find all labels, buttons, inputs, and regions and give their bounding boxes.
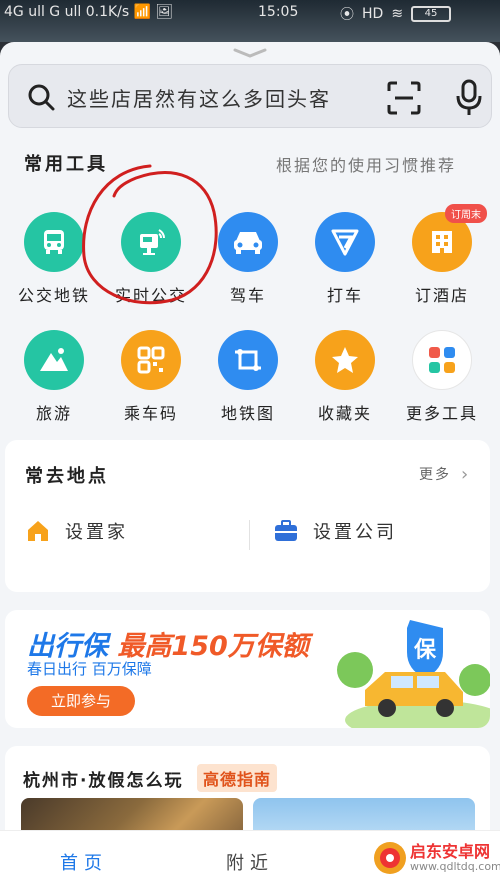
signal-status: 4G ull G ull 0.1K/s 📶 🖼 (4, 4, 174, 20)
tool-favorites[interactable]: 收藏夹 (305, 330, 385, 424)
watermark-url: www.qdltdq.com (410, 860, 500, 873)
set-company-label: 设置公司 (313, 522, 397, 543)
tool-label: 更多工具 (405, 404, 478, 423)
bus-icon (24, 212, 84, 272)
tools-hint: 根据您的使用习惯推荐 (276, 156, 457, 175)
tool-label: 驾车 (229, 286, 266, 305)
set-company-button[interactable]: 设置公司 (273, 518, 397, 544)
frequent-places-card: 常去地点 更多 › 设置家 设置公司 (5, 440, 490, 592)
tool-more[interactable]: 更多工具 (402, 330, 482, 424)
search-bar[interactable]: 这些店居然有这么多回头客 (8, 64, 492, 128)
promo-subtitle: 春日出行 百万保障 (27, 660, 152, 678)
status-right: ⦿ HD ≋ 45 (340, 4, 452, 24)
shield-text: 保 (413, 638, 437, 663)
tab-nearby[interactable]: 附近 (226, 849, 274, 875)
chevron-right-icon[interactable]: › (461, 464, 468, 485)
scan-icon[interactable] (387, 81, 421, 115)
bottom-sheet: 这些店居然有这么多回头客 常用工具 根据您的使用习惯推荐 公交地铁 实时公交 驾… (0, 42, 500, 885)
tool-label: 公交地铁 (17, 286, 90, 305)
tool-drive[interactable]: 驾车 (208, 212, 288, 306)
tool-label: 旅游 (35, 404, 72, 423)
realtime-bus-icon (121, 212, 181, 272)
location-icon: ⦿ (340, 7, 354, 23)
tool-hotel[interactable]: 订周末 订酒店 (402, 204, 487, 306)
tools-title: 常用工具 (24, 154, 108, 175)
status-bar: 4G ull G ull 0.1K/s 📶 🖼 15:05 ⦿ HD ≋ 45 (0, 0, 500, 42)
tool-label: 收藏夹 (317, 404, 372, 423)
tool-label: 乘车码 (123, 404, 178, 423)
tool-realtime-bus[interactable]: 实时公交 (111, 212, 191, 306)
search-input[interactable]: 这些店居然有这么多回头客 (67, 83, 331, 112)
subway-map-icon (218, 330, 278, 390)
taxi-icon (315, 212, 375, 272)
car-icon (218, 212, 278, 272)
insurance-promo-banner[interactable]: 出行保 最高150万保额 春日出行 百万保障 立即参与 保 (5, 610, 490, 728)
hd-label: HD (362, 6, 384, 22)
places-title: 常去地点 (25, 466, 109, 487)
tool-taxi[interactable]: 打车 (305, 212, 385, 306)
guide-tag: 高德指南 (197, 764, 278, 792)
places-more-link[interactable]: 更多 (419, 464, 451, 484)
briefcase-icon (275, 520, 297, 541)
search-icon (28, 84, 55, 111)
wifi-icon: ≋ (391, 6, 404, 22)
set-home-button[interactable]: 设置家 (25, 518, 128, 544)
set-home-label: 设置家 (65, 522, 128, 543)
microphone-icon[interactable] (455, 79, 483, 117)
tool-travel[interactable]: 旅游 (14, 330, 94, 424)
ride-code-icon (121, 330, 181, 390)
watermark: 启东安卓网 www.qdltdq.com (370, 832, 500, 882)
car-illustration: 保 (337, 620, 490, 728)
watermark-logo-icon (374, 842, 406, 874)
watermark-name: 启东安卓网 (410, 842, 491, 861)
tool-subway-map[interactable]: 地铁图 (208, 330, 288, 424)
tool-bus[interactable]: 公交地铁 (14, 212, 94, 306)
guide-title: 杭州市·放假怎么玩 (23, 771, 184, 791)
more-tools-icon (412, 330, 472, 390)
clock: 15:05 (258, 4, 299, 20)
tab-home[interactable]: 首页 (60, 849, 108, 875)
home-icon (28, 521, 48, 541)
sheet-handle-icon[interactable] (233, 48, 267, 58)
tool-label: 打车 (326, 286, 363, 305)
tool-label: 实时公交 (114, 286, 187, 305)
divider (249, 520, 250, 550)
travel-icon (24, 330, 84, 390)
tool-label: 地铁图 (220, 404, 275, 423)
battery-icon: 45 (411, 6, 452, 22)
tool-ride-code[interactable]: 乘车码 (111, 330, 191, 424)
tool-label: 订酒店 (414, 286, 469, 305)
hotel-badge: 订周末 (445, 204, 487, 223)
star-icon (315, 330, 375, 390)
join-now-button[interactable]: 立即参与 (27, 686, 135, 716)
